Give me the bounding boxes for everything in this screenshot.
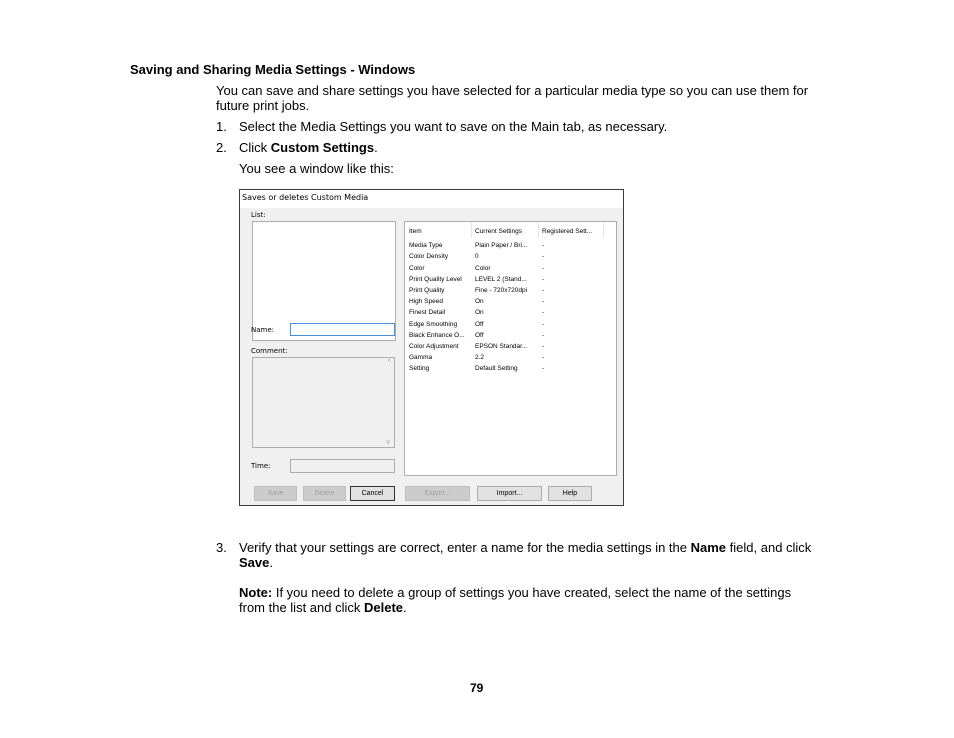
table-row: Finest Detail On - [405,307,616,318]
time-field [290,459,395,473]
delete-button[interactable]: Delete [303,486,346,501]
row-current: 0 [475,253,479,260]
row-item: Black Enhance O... [409,332,465,339]
custom-settings-term: Custom Settings [270,140,375,155]
step-2-prefix: Click [239,140,271,155]
row-registered: - [542,354,545,361]
name-term: Name [690,540,727,555]
row-registered: - [542,332,545,339]
header-current-settings[interactable]: Current Settings [475,226,522,237]
step-1-number: 1. [216,119,227,134]
row-current: On [475,309,484,316]
row-registered: - [542,276,545,283]
table-row: Setting Default Setting - [405,363,616,374]
export-button[interactable]: Export... [405,486,470,501]
row-item: Print Quality Level [409,276,462,283]
table-row: Media Type Plain Paper / Bri... - [405,240,616,251]
row-item: Media Type [409,242,443,249]
row-registered: - [542,365,545,372]
table-row: High Speed On - [405,296,616,307]
row-current: Plain Paper / Bri... [475,242,528,249]
page-number: 79 [470,681,484,695]
row-item: Gamma [409,354,433,361]
row-item: High Speed [409,298,443,305]
row-registered: - [542,242,545,249]
scroll-down-icon[interactable]: v [387,439,391,446]
step-3-prefix: Verify that your settings are correct, e… [239,540,691,555]
row-registered: - [542,321,545,328]
row-current: Default Setting [475,365,518,372]
note-line-1: Note: If you need to delete a group of s… [239,585,791,600]
table-row: Gamma 2.2 - [405,352,616,363]
step-2-text: Click Custom Settings. [239,140,378,155]
note-prefix: from the list and click [239,600,364,615]
intro-line-2: future print jobs. [216,98,310,113]
comment-label: Comment: [251,347,288,355]
list-label: List: [251,211,266,219]
note-end: . [403,600,407,615]
settings-table: Item Current Settings Registered Sett...… [404,221,617,476]
row-current: Off [475,332,484,339]
row-item: Finest Detail [409,309,446,316]
table-row: Edge Smoothing Off - [405,319,616,330]
step-3-line-1: Verify that your settings are correct, e… [239,540,811,555]
step-3-number: 3. [216,540,227,555]
table-row: Print Quality Fine - 720x720dpi - [405,285,616,296]
step-1-text: Select the Media Settings you want to sa… [239,119,668,134]
note-text: If you need to delete a group of setting… [272,585,792,600]
table-row: Color Adjustment EPSON Standar... - [405,341,616,352]
row-registered: - [542,309,545,316]
row-registered: - [542,253,545,260]
save-term: Save [239,555,270,570]
step-3-end: . [269,555,273,570]
name-label: Name: [251,326,275,334]
row-current: Fine - 720x720dpi [475,287,528,294]
step-3-suffix: field, and click [726,540,812,555]
table-header: Item Current Settings Registered Sett... [405,226,616,237]
row-item: Edge Smoothing [409,321,458,328]
note-line-2: from the list and click Delete. [239,600,407,615]
row-current: LEVEL 2 (Stand... [475,276,527,283]
save-button[interactable]: Save [254,486,297,501]
row-registered: - [542,265,545,272]
header-item[interactable]: Item [409,226,422,237]
table-row: Print Quality Level LEVEL 2 (Stand... - [405,274,616,285]
help-button[interactable]: Help [548,486,592,501]
table-row: Color Density 0 - [405,251,616,262]
row-registered: - [542,343,545,350]
step-2-suffix: . [374,140,378,155]
row-registered: - [542,287,545,294]
import-button[interactable]: Import... [477,486,542,501]
scroll-up-icon[interactable]: ^ [388,359,391,366]
row-current: Off [475,321,484,328]
row-item: Setting [409,365,430,372]
window-caption: You see a window like this: [239,161,394,176]
table-row: Black Enhance O... Off - [405,330,616,341]
comment-textarea[interactable]: ^ v [252,357,395,448]
row-item: Print Quality [409,287,445,294]
row-current: EPSON Standar... [475,343,528,350]
row-item: Color Adjustment [409,343,459,350]
note-label: Note: [239,585,273,600]
delete-term: Delete [364,600,404,615]
time-label: Time: [251,462,271,470]
name-input[interactable] [290,323,395,336]
cancel-button[interactable]: Cancel [350,486,395,501]
row-current: Color [475,265,491,272]
step-3-line-2: Save. [239,555,273,570]
row-registered: - [542,298,545,305]
row-item: Color [409,265,425,272]
row-current: On [475,298,484,305]
dialog-title: Saves or deletes Custom Media [240,190,623,208]
table-row: Color Color - [405,263,616,274]
intro-line-1: You can save and share settings you have… [216,83,809,98]
step-2-number: 2. [216,140,227,155]
section-heading: Saving and Sharing Media Settings - Wind… [130,62,416,77]
row-current: 2.2 [475,354,485,361]
header-registered-settings[interactable]: Registered Sett... [542,226,592,237]
row-item: Color Density [409,253,449,260]
